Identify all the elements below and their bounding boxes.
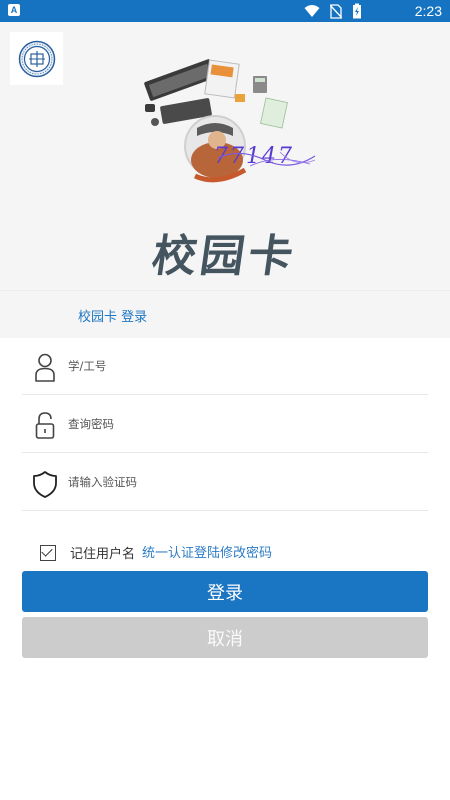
remember-checkbox[interactable]: [40, 544, 56, 561]
cancel-button[interactable]: 取消: [22, 617, 428, 658]
change-password-link[interactable]: 统一认证登陆修改密码: [142, 542, 272, 561]
remember-username[interactable]: 记住用户名: [40, 543, 135, 562]
page-title: 校园卡: [148, 231, 300, 282]
captcha-row: [22, 453, 428, 511]
captcha-input[interactable]: [68, 475, 208, 489]
user-icon: [35, 353, 55, 382]
app-notification-icon: A: [8, 4, 20, 16]
tab-campus-card-login[interactable]: 校园卡 登录: [78, 306, 147, 325]
captcha-image[interactable]: 77147: [190, 138, 320, 172]
login-form: [0, 337, 450, 511]
password-input[interactable]: [68, 417, 208, 431]
username-row: [22, 337, 428, 395]
university-seal-icon: [18, 40, 55, 77]
university-logo: [10, 32, 63, 85]
login-button[interactable]: 登录: [22, 571, 428, 612]
login-tab-strip: 校园卡 登录: [0, 290, 450, 338]
status-bar: A 2:23: [0, 0, 450, 22]
no-sim-icon: [330, 3, 342, 19]
wifi-icon: [304, 5, 320, 17]
status-icons: [304, 3, 362, 19]
password-row: [22, 395, 428, 453]
username-input[interactable]: [68, 359, 208, 373]
remember-label: 记住用户名: [70, 547, 136, 562]
lock-icon: [35, 412, 55, 439]
clock: 2:23: [414, 3, 442, 19]
shield-icon: [33, 471, 57, 498]
battery-charging-icon: [353, 3, 361, 19]
